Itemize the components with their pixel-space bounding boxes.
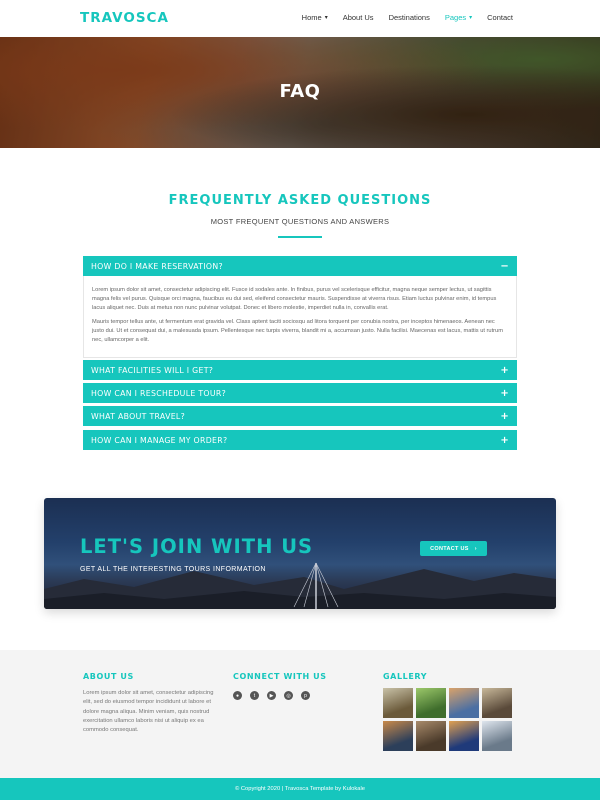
expand-icon[interactable]: + xyxy=(500,388,509,399)
site-logo[interactable]: TRAVOSCA xyxy=(80,10,169,26)
nav-item-home[interactable]: Home ▾ xyxy=(302,13,328,22)
nav-item-about-us[interactable]: About Us xyxy=(343,13,374,22)
faq-question-order[interactable]: HOW CAN I MANAGE MY ORDER? + xyxy=(83,430,517,450)
expand-icon[interactable]: + xyxy=(500,365,509,376)
gallery-thumbnail[interactable] xyxy=(449,688,479,718)
social-links: ● t ▶ ◎ p xyxy=(233,691,327,700)
cta-subtitle: GET ALL THE INTERESTING TOURS INFORMATIO… xyxy=(80,566,266,573)
section-title: FREQUENTLY ASKED QUESTIONS xyxy=(168,193,432,208)
site-header: TRAVOSCA Home ▾ About Us Destinations Pages ▾… xyxy=(0,0,600,37)
faq-heading: FREQUENTLY ASKED QUESTIONS MOST FREQUENT… xyxy=(0,193,600,238)
gallery-thumbnail[interactable] xyxy=(416,721,446,751)
mountains-silhouette xyxy=(44,562,556,609)
collapse-icon[interactable]: − xyxy=(500,261,509,272)
gallery-thumbnail[interactable] xyxy=(383,721,413,751)
chevron-down-icon: ▾ xyxy=(324,15,328,21)
faq-question-text: HOW CAN I RESCHEDULE TOUR? xyxy=(91,388,227,398)
twitter-icon[interactable]: t xyxy=(250,691,259,700)
title-underline xyxy=(278,236,322,238)
footer-connect: CONNECT WITH US ● t ▶ ◎ p xyxy=(233,672,327,700)
faq-question-text: WHAT FACILITIES WILL I GET? xyxy=(91,365,214,375)
faq-question-text: WHAT ABOUT TRAVEL? xyxy=(91,411,186,421)
gallery-thumbnail[interactable] xyxy=(482,721,512,751)
nav-item-label: Contact xyxy=(487,13,513,22)
nav-item-label: Pages xyxy=(444,13,467,22)
nav-item-label: Destinations xyxy=(388,13,430,22)
dribbble-icon[interactable]: ● xyxy=(233,691,242,700)
join-banner: LET'S JOIN WITH US GET ALL THE INTERESTI… xyxy=(44,498,556,609)
faq-item-order: HOW CAN I MANAGE MY ORDER? + xyxy=(83,430,517,450)
gallery-thumbnail[interactable] xyxy=(482,688,512,718)
gallery-thumbnail[interactable] xyxy=(383,688,413,718)
instagram-icon[interactable]: ◎ xyxy=(284,691,293,700)
gallery-grid xyxy=(383,688,512,751)
section-subtitle: MOST FREQUENT QUESTIONS AND ANSWERS xyxy=(210,217,390,226)
youtube-icon[interactable]: ▶ xyxy=(267,691,276,700)
faq-item-reservation: HOW DO I MAKE RESERVATION? − Lorem ipsum… xyxy=(83,256,517,358)
footer-about: ABOUT US Lorem ipsum dolor sit amet, con… xyxy=(83,672,218,735)
nav-item-label: Home xyxy=(301,13,322,22)
footer-heading: CONNECT WITH US xyxy=(233,672,327,681)
answer-paragraph: Mauris tempor tellus ante, ut fermentum … xyxy=(92,319,503,344)
faq-answer: Lorem ipsum dolor sit amet, consectetur … xyxy=(83,276,517,358)
pinterest-icon[interactable]: p xyxy=(301,691,310,700)
faq-item-travel: WHAT ABOUT TRAVEL? + xyxy=(83,406,517,426)
faq-question-text: HOW CAN I MANAGE MY ORDER? xyxy=(91,435,228,445)
faq-item-facilities: WHAT FACILITIES WILL I GET? + xyxy=(83,360,517,380)
nav-item-contact[interactable]: Contact xyxy=(487,13,513,22)
chevron-right-icon: › xyxy=(474,545,477,552)
footer-heading: ABOUT US xyxy=(83,672,134,681)
faq-question-reservation[interactable]: HOW DO I MAKE RESERVATION? − xyxy=(83,256,517,276)
copyright-text: © Copyright 2020 | Travosca Template by … xyxy=(234,786,366,792)
faq-question-facilities[interactable]: WHAT FACILITIES WILL I GET? + xyxy=(83,360,517,380)
faq-question-text: HOW DO I MAKE RESERVATION? xyxy=(91,261,223,271)
faq-item-reschedule: HOW CAN I RESCHEDULE TOUR? + xyxy=(83,383,517,403)
footer-gallery: GALLERY xyxy=(383,672,512,751)
chevron-down-icon: ▾ xyxy=(469,15,473,21)
nav-item-pages[interactable]: Pages ▾ xyxy=(445,13,472,22)
contact-us-button[interactable]: CONTACT US › xyxy=(420,541,487,556)
copyright-bar: © Copyright 2020 | Travosca Template by … xyxy=(0,778,600,800)
main-nav: Home ▾ About Us Destinations Pages ▾ Contact xyxy=(302,13,513,22)
footer-about-text: Lorem ipsum dolor sit amet, consectetur … xyxy=(83,690,214,734)
cta-title: LET'S JOIN WITH US xyxy=(80,535,314,558)
expand-icon[interactable]: + xyxy=(500,411,509,422)
button-label: CONTACT US xyxy=(430,545,469,552)
faq-question-reschedule[interactable]: HOW CAN I RESCHEDULE TOUR? + xyxy=(83,383,517,403)
footer-heading: GALLERY xyxy=(383,672,428,681)
nav-item-destinations[interactable]: Destinations xyxy=(389,13,430,22)
page-hero: FAQ xyxy=(0,37,600,148)
expand-icon[interactable]: + xyxy=(500,435,509,446)
page-title: FAQ xyxy=(279,81,321,102)
gallery-thumbnail[interactable] xyxy=(449,721,479,751)
faq-question-travel[interactable]: WHAT ABOUT TRAVEL? + xyxy=(83,406,517,426)
nav-item-label: About Us xyxy=(342,13,374,22)
site-footer: ABOUT US Lorem ipsum dolor sit amet, con… xyxy=(0,650,600,778)
gallery-thumbnail[interactable] xyxy=(416,688,446,718)
answer-paragraph: Lorem ipsum dolor sit amet, consectetur … xyxy=(92,287,497,311)
